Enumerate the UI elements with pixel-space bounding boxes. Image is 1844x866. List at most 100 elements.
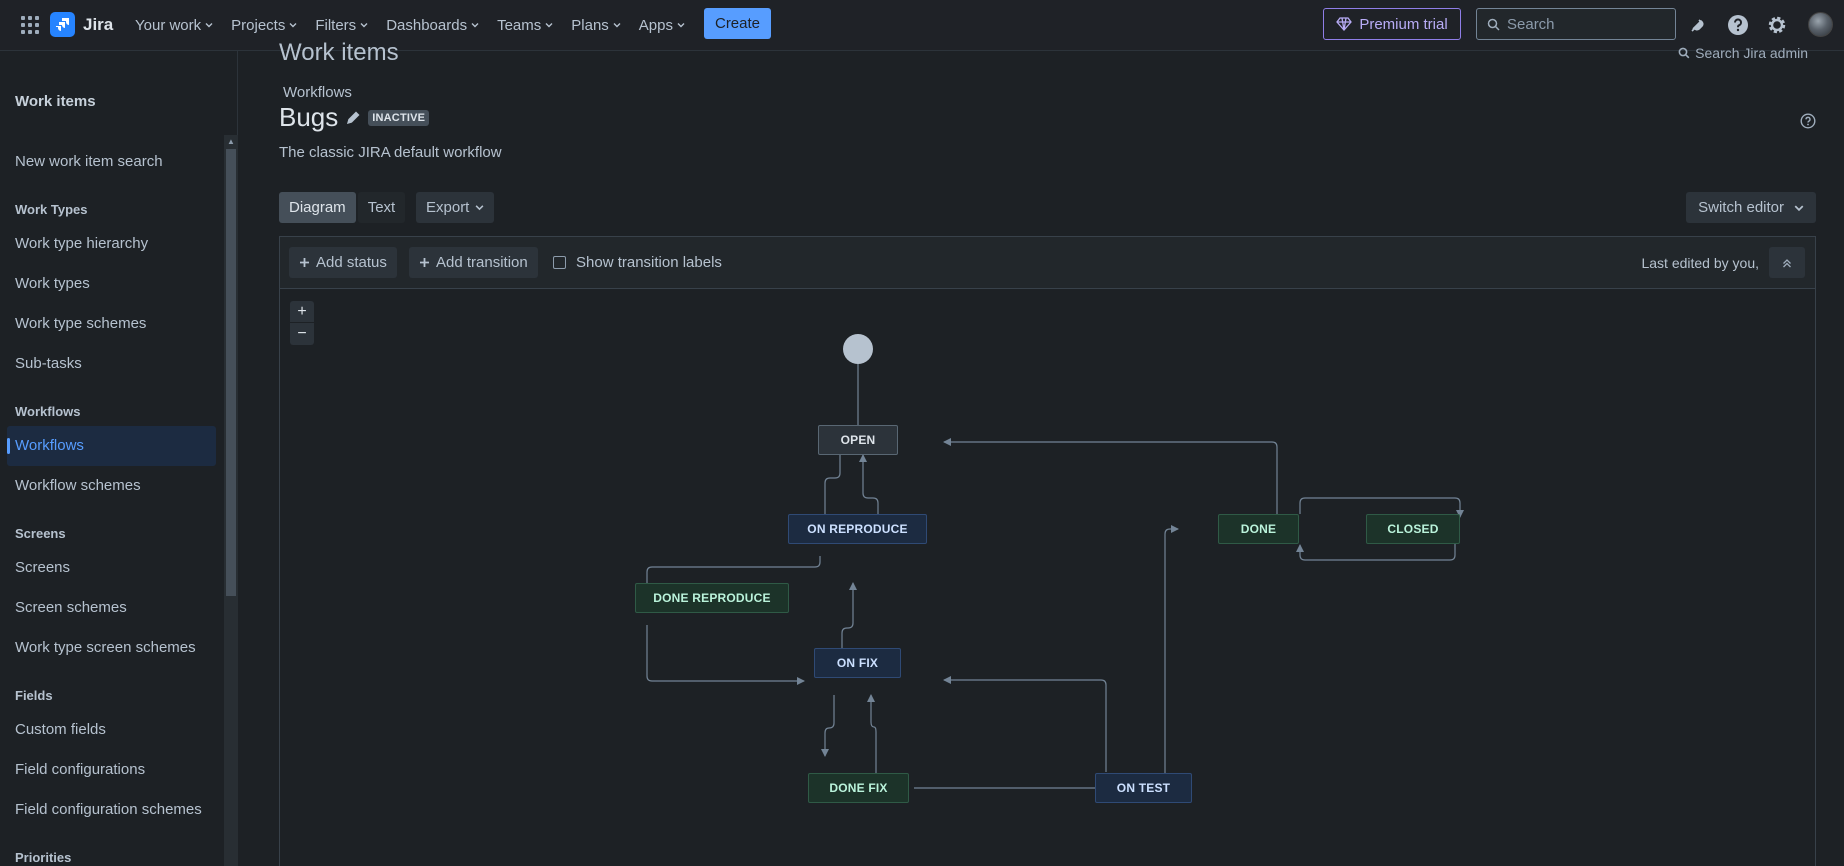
transition-onfix-donefix [821,695,835,757]
workflow-editor: Add status Add transition Show transitio… [279,236,1816,866]
search-placeholder: Search [1507,15,1555,33]
primary-nav: Your work Projects Filters Dashboards Te… [126,0,694,50]
premium-trial-label: Premium trial [1359,15,1448,33]
nav-plans[interactable]: Plans [562,0,630,50]
sidebar-active-indicator [7,438,10,454]
add-status-button[interactable]: Add status [289,247,397,278]
chevron-down-icon [613,23,621,28]
add-transition-label: Add transition [436,254,528,271]
sidebar-item-workflow-schemes[interactable]: Workflow schemes [15,477,141,494]
transition-closed-done [1296,544,1456,561]
workflow-name: Bugs [279,102,339,132]
sidebar-heading-workflows: Workflows [15,404,81,419]
chevron-down-icon [471,23,479,28]
sidebar-scrollbar-thumb[interactable] [226,149,236,596]
switch-editor-button[interactable]: Switch editor [1686,192,1816,223]
tab-text[interactable]: Text [357,192,406,223]
transition-ontest-done [1154,525,1179,790]
status-node-open[interactable]: OPEN [818,425,898,455]
notifications-icon[interactable] [1686,13,1710,37]
sidebar: Work items New work item search Work Typ… [0,51,238,866]
status-node-on-reproduce[interactable]: ON REPRODUCE [788,514,927,544]
transition-donefix-onfix [867,694,877,781]
question-circle-icon[interactable] [1800,113,1816,132]
status-node-on-fix[interactable]: ON FIX [814,648,901,678]
top-navigation: Jira Your work Projects Filters Dashboar… [0,0,1844,51]
editor-toolbar: Add status Add transition Show transitio… [280,237,1815,289]
nav-label: Projects [231,16,286,34]
sidebar-item-field-configurations[interactable]: Field configurations [15,761,145,778]
status-node-done-reproduce[interactable]: DONE REPRODUCE [635,583,789,613]
sidebar-item-work-type-screen-schemes[interactable]: Work type screen schemes [15,639,196,656]
app-switcher-icon[interactable] [19,14,39,34]
jira-logo-icon [50,12,75,37]
search-icon [1678,47,1690,59]
nav-label: Filters [315,16,357,34]
tab-diagram[interactable]: Diagram [279,192,356,223]
sidebar-item-custom-fields[interactable]: Custom fields [15,721,106,738]
settings-icon[interactable] [1765,13,1789,37]
sidebar-item-new-work-item-search[interactable]: New work item search [15,153,163,170]
sidebar-item-field-configuration-schemes[interactable]: Field configuration schemes [15,801,202,818]
status-node-done-fix[interactable]: DONE FIX [808,773,909,803]
status-badge: INACTIVE [368,109,430,126]
nav-apps[interactable]: Apps [630,0,694,50]
create-button[interactable]: Create [704,8,771,39]
page-title: Bugs INACTIVE [279,102,430,133]
sidebar-item-screens[interactable]: Screens [15,559,70,576]
search-jira-admin-link[interactable]: Search Jira admin [1678,45,1808,61]
edit-pencil-icon[interactable] [346,111,360,125]
add-transition-button[interactable]: Add transition [409,247,538,278]
transition-donereproduce-onfix [646,625,805,685]
sidebar-item-work-types[interactable]: Work types [15,275,90,292]
chevron-down-icon [205,23,213,28]
plus-icon [420,258,429,267]
sidebar-heading-work-types: Work Types [15,202,88,217]
premium-trial-button[interactable]: Premium trial [1323,8,1461,40]
sidebar-item-work-type-schemes[interactable]: Work type schemes [15,315,146,332]
workflow-diagram-canvas[interactable]: + − OPEN ON REPRODUCE DONE REPRODUCE ON … [280,289,1815,866]
jira-logo[interactable]: Jira [50,12,113,37]
chevron-down-icon [289,23,297,28]
section-title: Work items [279,39,399,66]
search-input[interactable]: Search [1476,8,1676,40]
sidebar-heading-priorities: Priorities [15,850,72,865]
workflow-description: The classic JIRA default workflow [279,144,502,161]
status-node-on-test[interactable]: ON TEST [1095,773,1192,803]
double-chevron-up-icon [1783,258,1791,267]
workflow-start-node[interactable] [843,334,873,364]
status-node-closed[interactable]: CLOSED [1366,514,1460,544]
nav-teams[interactable]: Teams [488,0,562,50]
collapse-button[interactable] [1769,247,1805,278]
sidebar-item-sub-tasks[interactable]: Sub-tasks [15,355,82,372]
product-name: Jira [83,14,114,34]
main-content: Work items Search Jira admin Workflows B… [238,39,1844,866]
nav-label: Teams [497,16,542,34]
nav-label: Apps [638,16,673,34]
sidebar-item-work-type-hierarchy[interactable]: Work type hierarchy [15,235,148,252]
diamond-icon [1336,17,1353,31]
transition-ontest-onfix [943,676,1107,772]
export-button[interactable]: Export [416,192,495,223]
nav-label: Plans [571,16,609,34]
breadcrumb[interactable]: Workflows [283,84,352,101]
add-status-label: Add status [316,254,387,271]
sidebar-heading-screens: Screens [15,526,66,541]
transition-lines [643,364,1464,792]
chevron-down-icon [677,23,685,28]
nav-label: Your work [135,16,202,34]
sidebar-item-workflows[interactable]: Workflows [15,437,84,454]
help-icon[interactable] [1726,13,1750,37]
sidebar-item-screen-schemes[interactable]: Screen schemes [15,599,127,616]
show-transition-labels-checkbox[interactable] [553,256,566,269]
show-transition-labels-toggle[interactable]: Show transition labels [553,254,722,271]
export-label: Export [426,199,470,216]
scroll-up-icon[interactable]: ▲ [226,137,236,147]
user-avatar[interactable] [1808,12,1833,37]
search-jira-admin-label: Search Jira admin [1695,45,1808,61]
show-transition-labels-label: Show transition labels [576,254,722,271]
chevron-down-icon [360,23,368,28]
nav-your-work[interactable]: Your work [126,0,222,50]
sidebar-title: Work items [15,93,96,110]
status-node-done[interactable]: DONE [1218,514,1299,544]
